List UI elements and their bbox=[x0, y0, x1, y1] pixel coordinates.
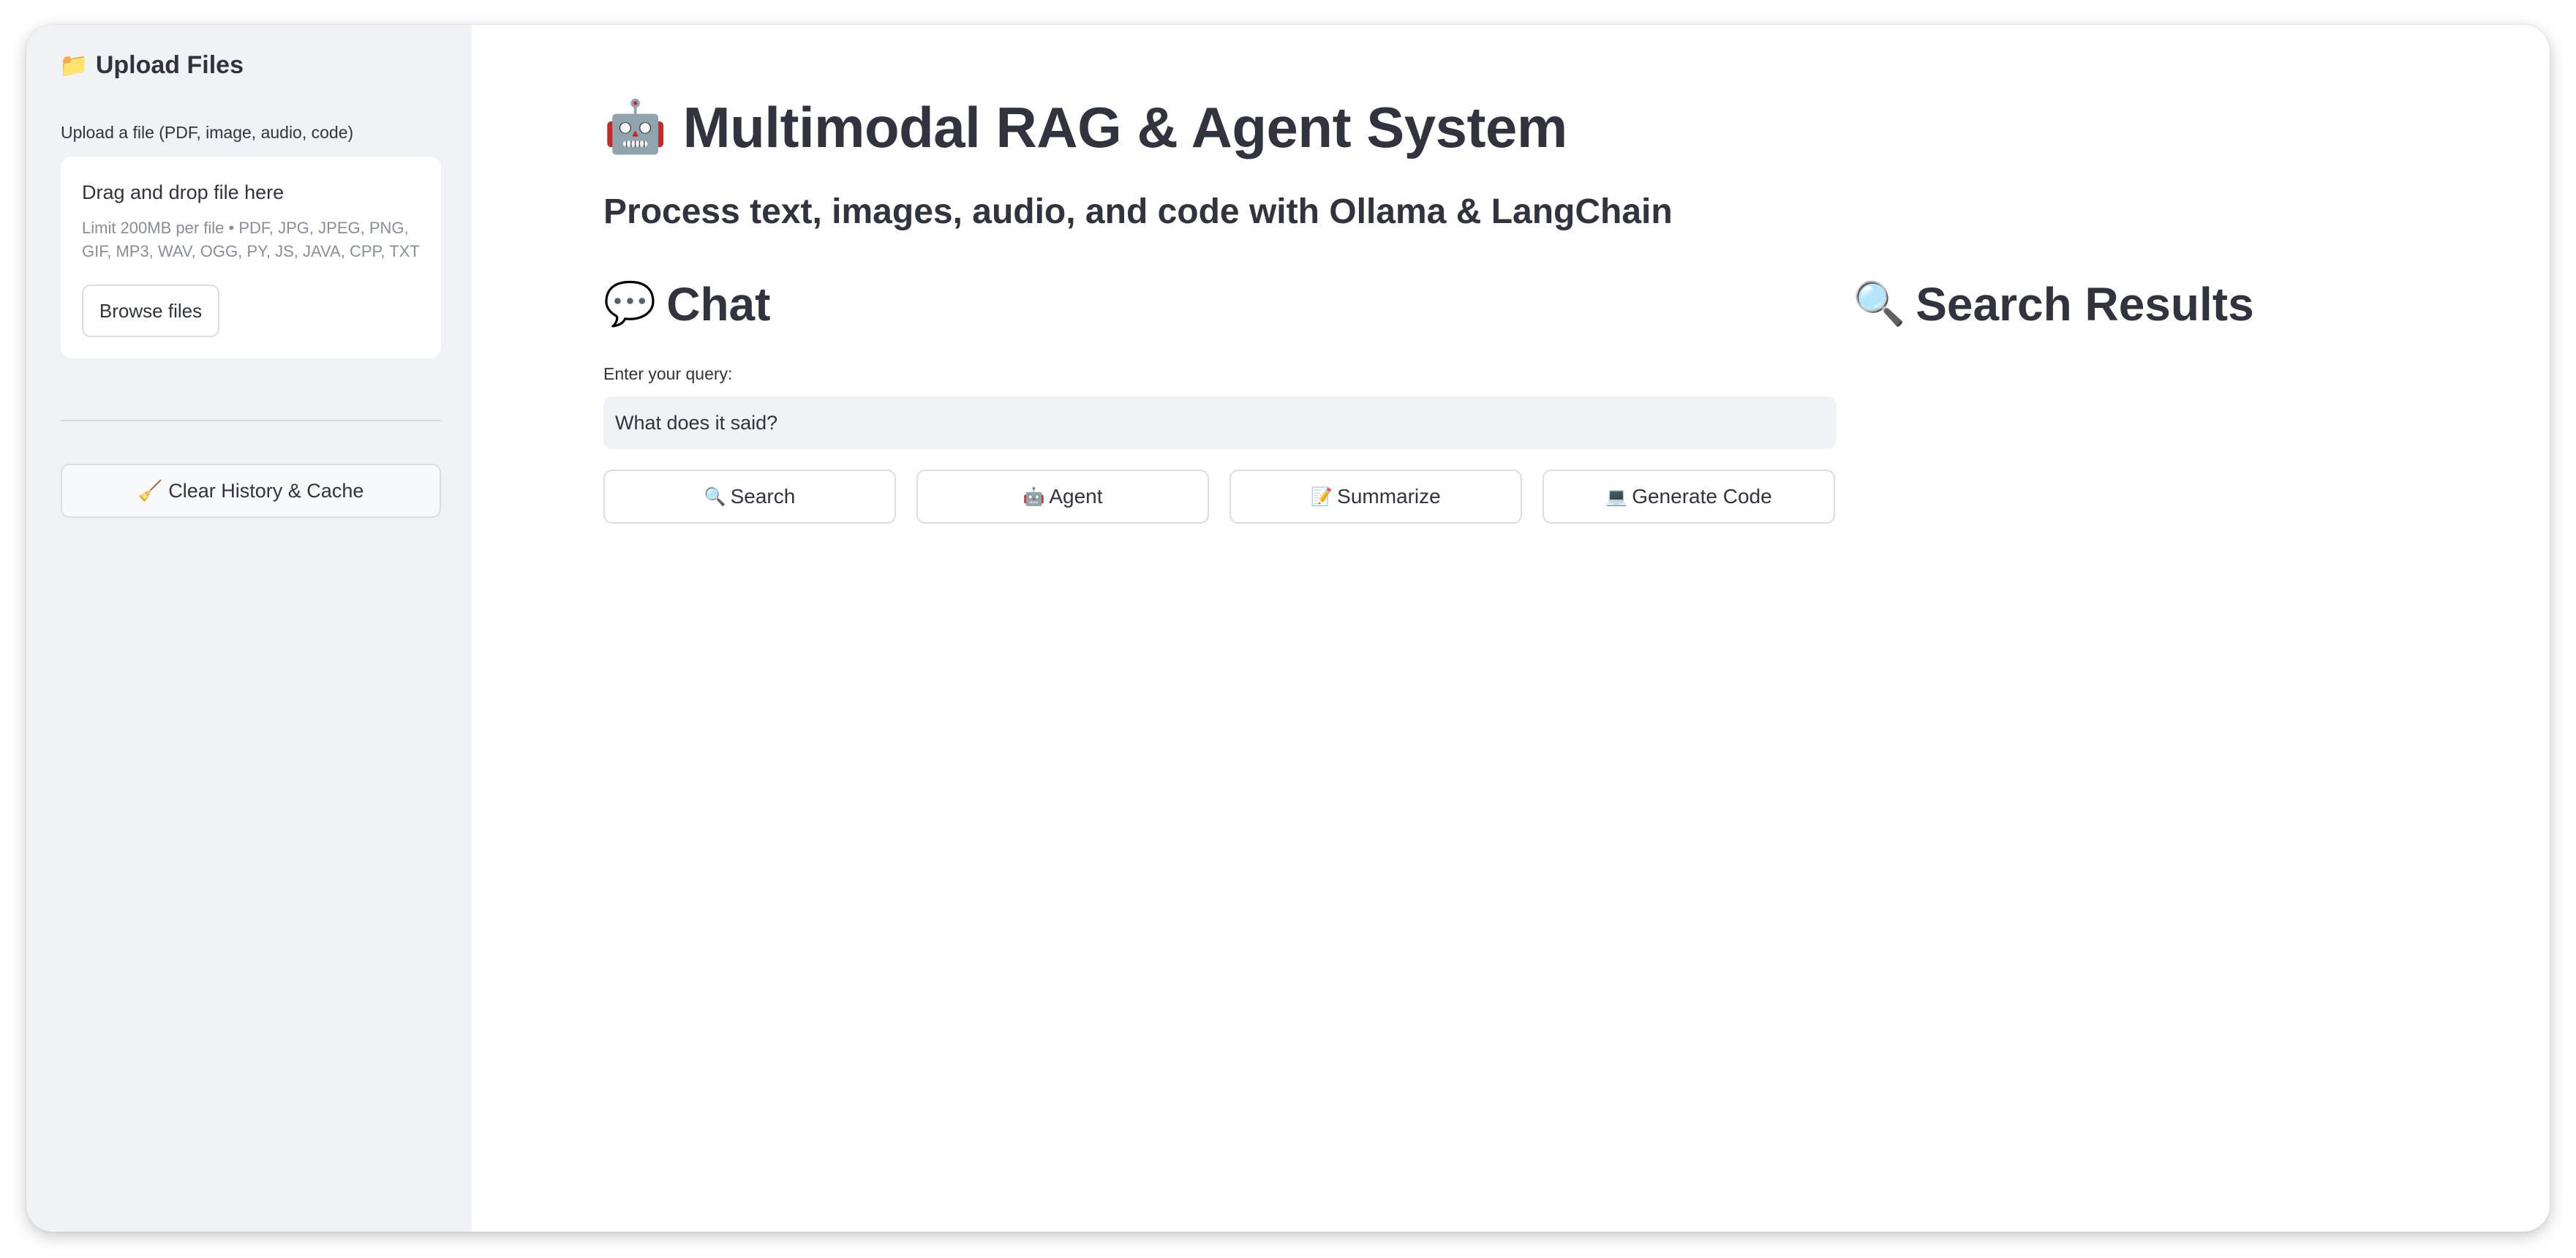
memo-icon: 📝 bbox=[1311, 486, 1333, 507]
page-subtitle: Process text, images, audio, and code wi… bbox=[603, 192, 1673, 231]
dropzone-title: Drag and drop file here bbox=[82, 181, 285, 203]
broom-icon: 🧹 bbox=[138, 480, 163, 502]
laptop-icon: 💻 bbox=[1605, 486, 1628, 507]
generate-code-button[interactable]: 💻 Generate Code bbox=[1543, 470, 1835, 524]
magnifier-icon: 🔍 bbox=[704, 486, 726, 507]
robot-icon: 🤖 bbox=[1023, 486, 1045, 507]
browse-files-button[interactable]: Browse files bbox=[82, 285, 219, 337]
sidebar: 📁 Upload Files Upload a file (PDF, image… bbox=[26, 25, 472, 1232]
generate-code-button-label: Generate Code bbox=[1632, 485, 1772, 508]
summarize-button-label: Summarize bbox=[1337, 485, 1441, 508]
app-window: 📁 Upload Files Upload a file (PDF, image… bbox=[26, 25, 2550, 1232]
search-button[interactable]: 🔍 Search bbox=[603, 470, 896, 524]
page-title-text: Multimodal RAG & Agent System bbox=[682, 94, 1568, 159]
sidebar-title: 📁 Upload Files bbox=[59, 44, 244, 86]
file-dropzone[interactable]: Drag and drop file here Limit 200MB per … bbox=[61, 157, 441, 358]
agent-button-label: Agent bbox=[1049, 485, 1103, 508]
search-results-heading: 🔍 Search Results bbox=[1853, 274, 2254, 335]
chat-heading-text: Chat bbox=[666, 278, 771, 331]
magnifier-icon: 🔍 bbox=[1853, 280, 1906, 328]
main-content: 🤖 Multimodal RAG & Agent System Process … bbox=[472, 25, 2550, 1232]
summarize-button[interactable]: 📝 Summarize bbox=[1229, 470, 1522, 524]
folder-icon: 📁 bbox=[59, 52, 88, 78]
page-title: 🤖 Multimodal RAG & Agent System bbox=[603, 91, 1567, 164]
query-label: Enter your query: bbox=[603, 364, 733, 383]
robot-icon: 🤖 bbox=[603, 98, 667, 155]
dropzone-limit-text: Limit 200MB per file • PDF, JPG, JPEG, P… bbox=[82, 219, 420, 260]
chat-heading: 💬 Chat bbox=[603, 274, 770, 335]
agent-button[interactable]: 🤖 Agent bbox=[916, 470, 1209, 524]
speech-bubble-icon: 💬 bbox=[603, 280, 657, 328]
sidebar-title-text: Upload Files bbox=[95, 50, 244, 79]
sidebar-divider bbox=[61, 420, 441, 421]
query-input[interactable] bbox=[603, 396, 1836, 449]
clear-history-label: Clear History & Cache bbox=[168, 479, 364, 502]
search-results-heading-text: Search Results bbox=[1916, 278, 2254, 331]
clear-history-button[interactable]: 🧹 Clear History & Cache bbox=[61, 464, 441, 518]
search-button-label: Search bbox=[730, 485, 796, 508]
upload-label: Upload a file (PDF, image, audio, code) bbox=[61, 123, 354, 142]
